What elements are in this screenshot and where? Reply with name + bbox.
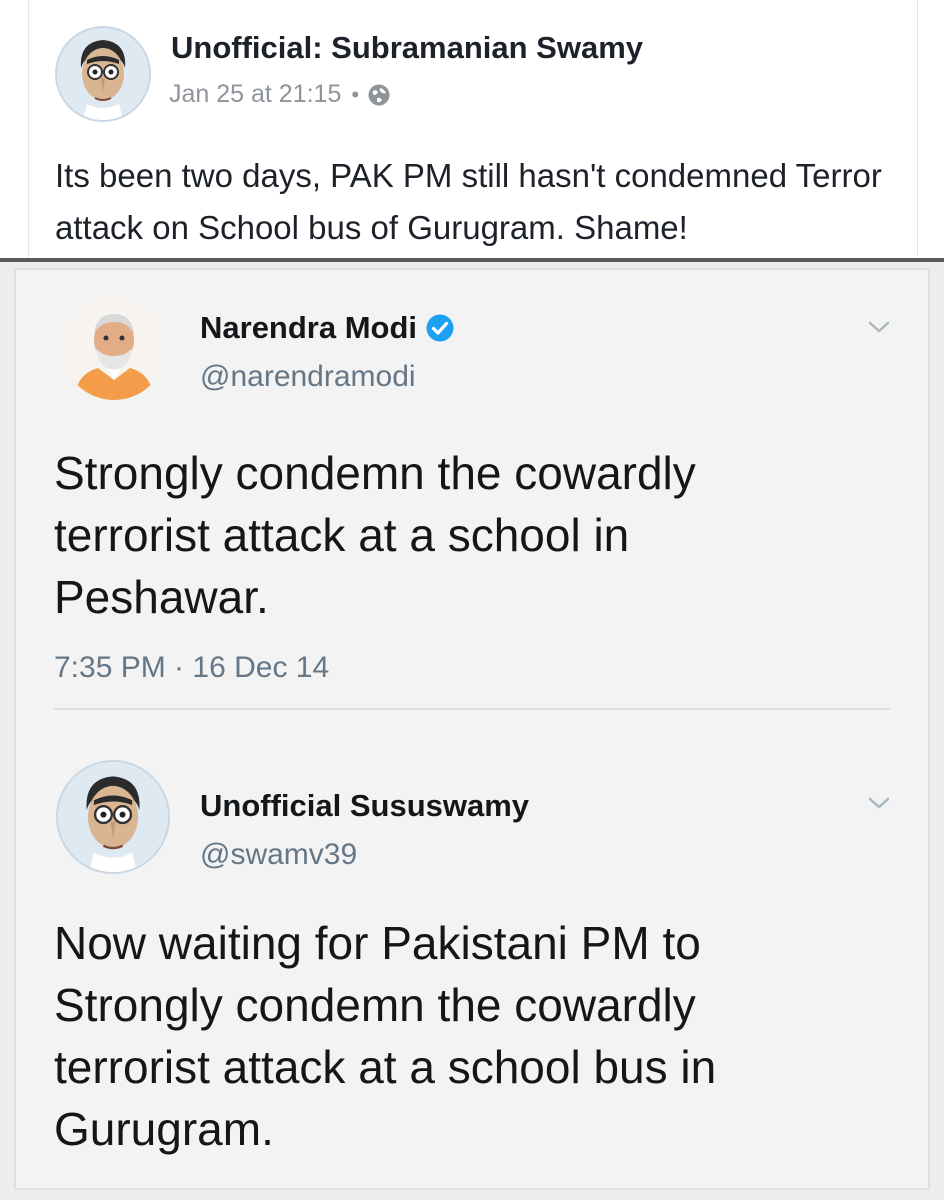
post-date[interactable]: Jan 25 at 21:15 <box>169 80 341 109</box>
chevron-down-icon[interactable] <box>866 794 892 812</box>
post-meta: Jan 25 at 21:15 • <box>169 80 391 109</box>
tweets-screenshot: Narendra Modi @narendramodi Strongly con… <box>0 258 944 1200</box>
tweet-author-name[interactable]: Unofficial Sususwamy <box>200 788 529 824</box>
post-text: Its been two days, PAK PM still hasn't c… <box>55 157 882 246</box>
tweet-text: Strongly condemn the cowardly terrorist … <box>54 447 696 623</box>
tweet-author[interactable]: Unofficial Sususwamy <box>200 788 529 824</box>
tweet-author-name[interactable]: Narendra Modi <box>200 310 417 346</box>
avatar[interactable] <box>56 760 170 874</box>
globe-icon[interactable] <box>367 83 391 107</box>
tweet-divider <box>54 708 890 710</box>
tweet-handle[interactable]: @narendramodi <box>200 360 416 394</box>
author-avatar[interactable] <box>55 26 151 122</box>
facebook-post: Unofficial: Subramanian Swamy Jan 25 at … <box>28 0 918 258</box>
avatar[interactable] <box>62 296 166 400</box>
tweet-author[interactable]: Narendra Modi <box>200 310 455 346</box>
author-name[interactable]: Unofficial: Subramanian Swamy <box>171 30 643 66</box>
tweet-timestamp[interactable]: 7:35 PM · 16 Dec 14 <box>54 651 329 685</box>
tweet-handle[interactable]: @swamv39 <box>200 838 357 872</box>
verified-badge-icon <box>426 314 454 342</box>
chevron-down-icon[interactable] <box>866 318 892 336</box>
tweet-text: Now waiting for Pakistani PM to Strongly… <box>54 917 717 1155</box>
meta-separator: • <box>351 81 360 107</box>
tweets-card: Narendra Modi @narendramodi Strongly con… <box>14 268 930 1190</box>
